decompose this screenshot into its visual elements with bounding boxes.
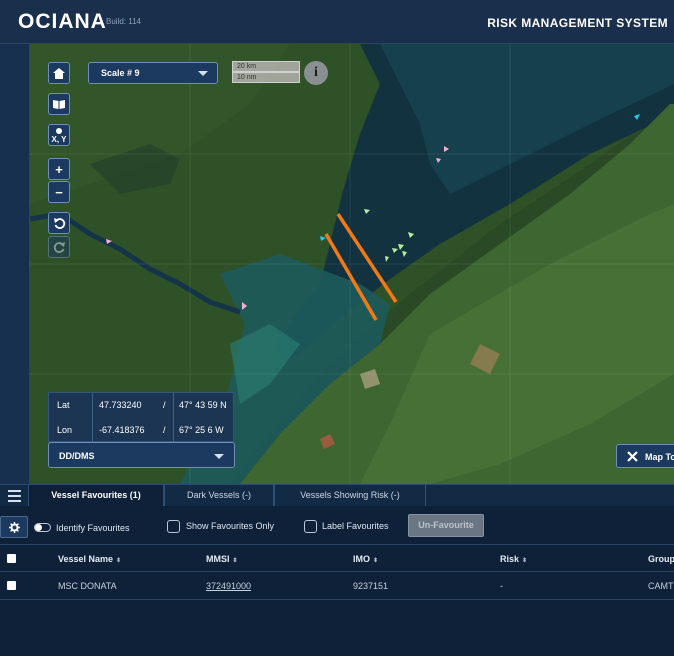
lat-dms: 47° 43 59 N — [179, 400, 227, 410]
table-row[interactable]: MSC DONATA 372491000 9237151 - CAMT — [0, 572, 674, 600]
lon-decimal: -67.418376 — [99, 425, 145, 435]
tools-icon — [627, 451, 638, 462]
column-mmsi[interactable]: MMSI ⬍ — [206, 554, 238, 564]
coords-divider — [173, 393, 174, 443]
app-header: OCIANA Build: 114 RISK MANAGEMENT SYSTEM — [0, 0, 674, 44]
show-favourites-only-checkbox[interactable] — [167, 520, 180, 533]
undo-icon — [53, 217, 65, 229]
tab-vessels-showing-risk[interactable]: Vessels Showing Risk (-) — [274, 485, 426, 507]
show-favourites-only-label: Show Favourites Only — [186, 521, 275, 531]
info-button[interactable]: i — [304, 61, 328, 85]
label-favourites-checkbox[interactable] — [304, 520, 317, 533]
xy-coordinates-button[interactable]: X, Y — [48, 124, 70, 146]
menu-button[interactable] — [0, 485, 28, 507]
column-vessel-name[interactable]: Vessel Name ⬍ — [58, 554, 121, 564]
zoom-in-label: + — [55, 161, 63, 177]
book-icon — [53, 100, 65, 109]
tab-dark-vessels[interactable]: Dark Vessels (-) — [164, 485, 274, 507]
gear-icon — [8, 521, 20, 533]
sort-icon: ⬍ — [522, 558, 528, 564]
ociana-logo[interactable]: OCIANA — [18, 10, 107, 34]
column-imo[interactable]: IMO ⬍ — [353, 554, 378, 564]
redo-icon — [53, 241, 65, 253]
column-label: MMSI — [206, 554, 230, 564]
coordinate-format-value: DD/DMS — [59, 451, 95, 461]
left-rail — [0, 44, 30, 484]
un-favourite-button[interactable]: Un-Favourite — [408, 514, 484, 537]
lat-decimal: 47.733240 — [99, 400, 142, 410]
tab-bar: Vessel Favourites (1) Dark Vessels (-) V… — [0, 484, 674, 507]
redo-button[interactable] — [48, 236, 70, 258]
logo-text: OCIANA — [18, 10, 107, 33]
build-label: Build: 114 — [106, 17, 141, 26]
identify-favourites-label: Identify Favourites — [56, 523, 130, 533]
scale-select-value: Scale # 9 — [101, 68, 140, 78]
home-icon — [53, 67, 65, 79]
app-title: RISK MANAGEMENT SYSTEM — [487, 16, 668, 30]
column-label: Risk — [500, 554, 520, 564]
map-tools-label: Map To — [645, 452, 674, 462]
coordinates-panel: Lat 47.733240 / 47° 43 59 N Lon -67.4183… — [48, 392, 234, 443]
hamburger-icon-line — [7, 490, 21, 492]
cell-vessel-name: MSC DONATA — [58, 581, 117, 591]
sort-icon: ⬍ — [232, 558, 238, 564]
zoom-out-label: − — [55, 184, 63, 200]
settings-button[interactable] — [0, 516, 28, 538]
zoom-out-button[interactable]: − — [48, 181, 70, 203]
cell-imo: 9237151 — [353, 581, 389, 591]
cell-mmsi-link[interactable]: 372491000 — [206, 581, 251, 591]
target-icon — [56, 127, 62, 134]
label-favourites-label: Label Favourites — [322, 521, 389, 531]
lon-label: Lon — [57, 425, 73, 435]
cell-group: CAMT — [648, 581, 674, 591]
scale-bar: 20 km 10 nm — [232, 61, 300, 83]
scale-select[interactable]: Scale # 9 — [88, 62, 218, 84]
column-group[interactable]: Group — [648, 554, 674, 564]
column-label: Vessel Name — [58, 554, 114, 564]
lat-label: Lat — [57, 400, 70, 410]
favourites-panel: Identify Favourites Show Favourites Only… — [0, 506, 674, 656]
sort-icon: ⬍ — [116, 558, 122, 564]
scale-nm-label: 10 nm — [232, 72, 300, 83]
map-view[interactable]: X, Y + − Scale # 9 20 km 10 nm i Lat 47.… — [30, 44, 674, 484]
select-all-checkbox[interactable] — [7, 554, 16, 563]
column-label: IMO — [353, 554, 370, 564]
home-button[interactable] — [48, 62, 70, 84]
chevron-down-icon — [198, 71, 208, 76]
info-icon: i — [314, 65, 318, 80]
app-window: OCIANA Build: 114 RISK MANAGEMENT SYSTEM — [0, 0, 674, 656]
coordinate-format-select[interactable]: DD/DMS — [48, 442, 235, 468]
undo-button[interactable] — [48, 212, 70, 234]
table-header: Vessel Name ⬍ MMSI ⬍ IMO ⬍ Risk ⬍ Group — [0, 544, 674, 572]
row-checkbox[interactable] — [7, 581, 16, 590]
lon-dms: 67° 25 6 W — [179, 425, 224, 435]
chevron-down-icon — [214, 454, 224, 459]
scale-km-label: 20 km — [232, 61, 300, 72]
lat-separator: / — [163, 400, 166, 410]
legend-button[interactable] — [48, 93, 70, 115]
hamburger-icon-line — [7, 495, 21, 497]
lon-separator: / — [163, 425, 166, 435]
sort-icon: ⬍ — [373, 558, 379, 564]
zoom-in-button[interactable]: + — [48, 158, 70, 180]
column-label: Group — [648, 554, 674, 564]
map-tools-button[interactable]: Map To — [616, 444, 674, 468]
hamburger-icon-line — [7, 500, 21, 502]
coords-divider — [92, 393, 93, 443]
xy-label: X, Y — [51, 134, 67, 144]
tab-vessel-favourites[interactable]: Vessel Favourites (1) — [28, 485, 164, 507]
column-risk[interactable]: Risk ⬍ — [500, 554, 527, 564]
identify-favourites-toggle[interactable] — [34, 523, 51, 532]
cell-risk: - — [500, 581, 503, 591]
